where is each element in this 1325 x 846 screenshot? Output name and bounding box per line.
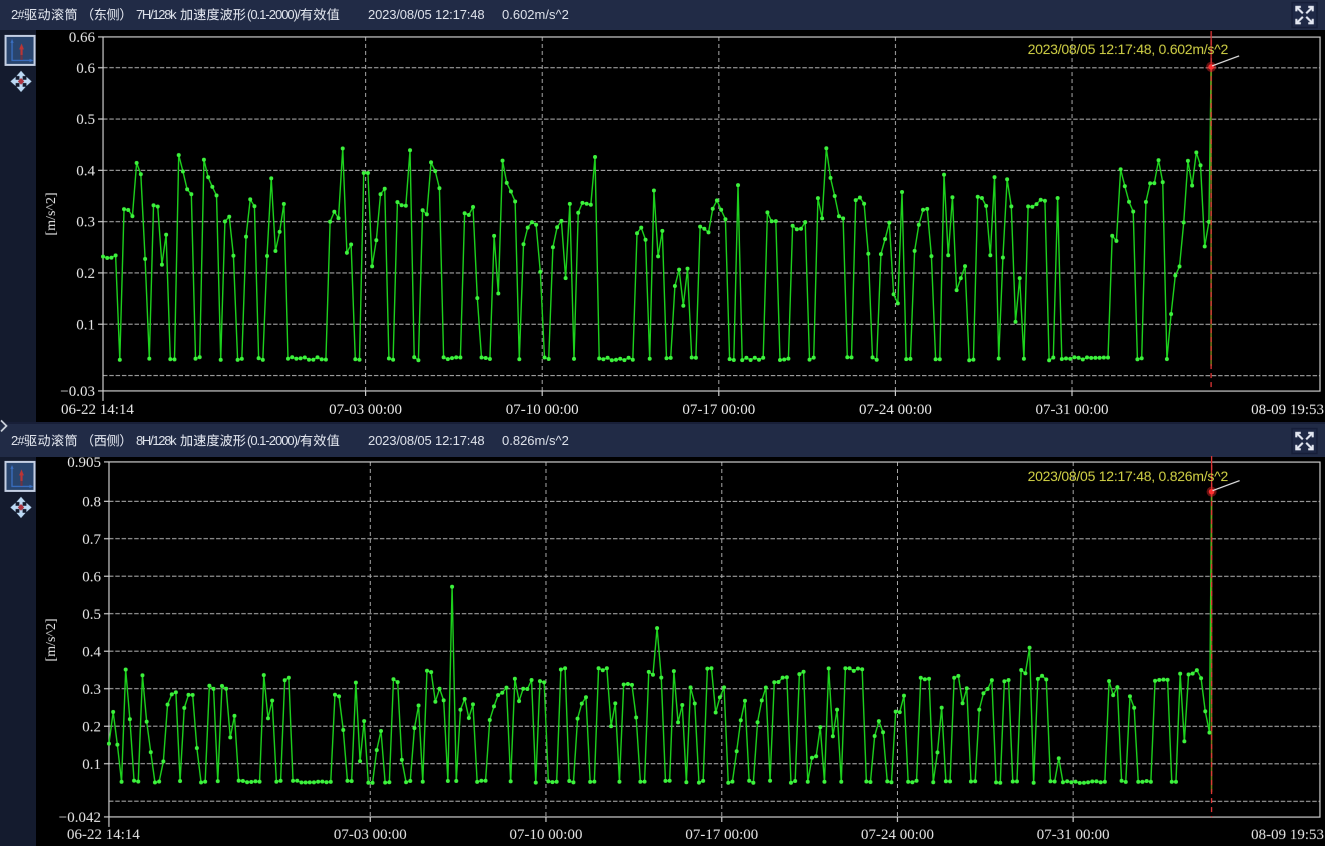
svg-text:0.3: 0.3 <box>76 215 95 231</box>
svg-text:07-31 00:00: 07-31 00:00 <box>1036 402 1109 418</box>
svg-text:07-24 00:00: 07-24 00:00 <box>861 827 934 843</box>
svg-text:[m/s^2]: [m/s^2] <box>44 618 59 661</box>
svg-text:0.5: 0.5 <box>76 112 95 128</box>
svg-text:07-10 00:00: 07-10 00:00 <box>506 402 579 418</box>
svg-text:0.8: 0.8 <box>82 494 101 510</box>
svg-text:07-17 00:00: 07-17 00:00 <box>682 402 755 418</box>
svg-text:07-03 00:00: 07-03 00:00 <box>334 827 407 843</box>
svg-text:−0.042: −0.042 <box>59 810 101 826</box>
svg-text:0.66: 0.66 <box>69 30 96 46</box>
svg-text:0.3: 0.3 <box>82 682 101 698</box>
svg-text:07-03 00:00: 07-03 00:00 <box>329 402 402 418</box>
svg-text:07-31 00:00: 07-31 00:00 <box>1037 827 1110 843</box>
svg-text:06-22 14:14: 06-22 14:14 <box>61 402 134 418</box>
svg-text:0.6: 0.6 <box>82 569 101 585</box>
svg-text:0.2: 0.2 <box>82 719 101 735</box>
svg-text:0.5: 0.5 <box>82 607 101 623</box>
svg-text:0.2: 0.2 <box>76 266 95 282</box>
svg-text:07-10 00:00: 07-10 00:00 <box>509 827 582 843</box>
svg-text:0.6: 0.6 <box>76 61 95 77</box>
svg-text:0.1: 0.1 <box>76 317 95 333</box>
svg-text:2023/08/05 12:17:48, 0.826m/s^: 2023/08/05 12:17:48, 0.826m/s^2 <box>1028 468 1229 484</box>
svg-text:0.4: 0.4 <box>76 163 95 179</box>
svg-text:−0.03: −0.03 <box>60 384 95 400</box>
svg-text:07-17 00:00: 07-17 00:00 <box>685 827 758 843</box>
svg-text:06-22 14:14: 06-22 14:14 <box>67 827 140 843</box>
svg-text:0.1: 0.1 <box>82 757 101 773</box>
svg-text:2023/08/05 12:17:48, 0.602m/s^: 2023/08/05 12:17:48, 0.602m/s^2 <box>1028 41 1229 57</box>
svg-text:08-09 19:53: 08-09 19:53 <box>1251 827 1324 843</box>
svg-text:0.4: 0.4 <box>82 644 101 660</box>
svg-text:08-09 19:53: 08-09 19:53 <box>1251 402 1324 418</box>
svg-text:07-24 00:00: 07-24 00:00 <box>859 402 932 418</box>
svg-text:0.7: 0.7 <box>82 532 101 548</box>
svg-text:0.905: 0.905 <box>67 455 101 471</box>
svg-text:[m/s^2]: [m/s^2] <box>44 192 59 235</box>
